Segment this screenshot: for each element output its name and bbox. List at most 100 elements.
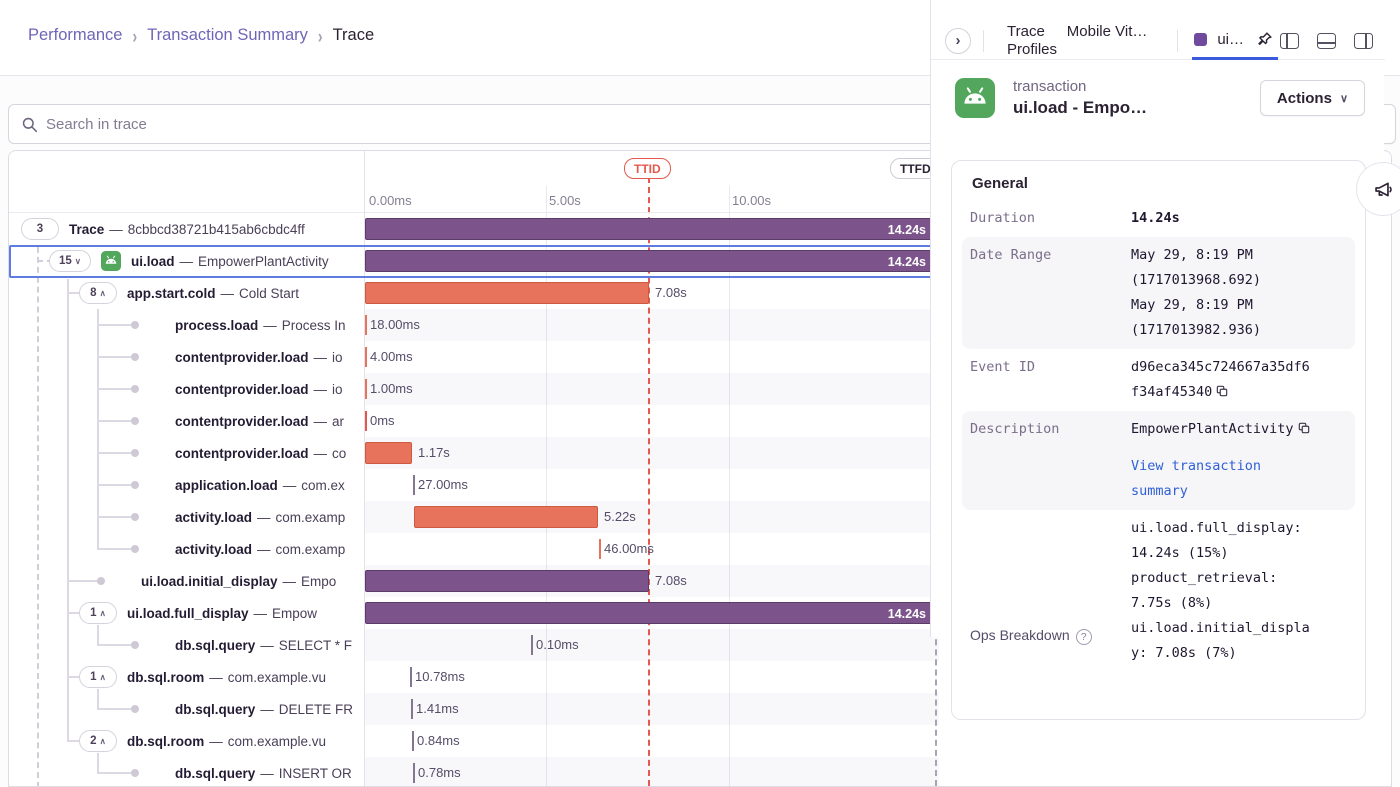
axis-tick-label: 10.00s xyxy=(732,193,771,208)
span-label: contentprovider.load—io xyxy=(175,382,343,397)
layout-bottom-icon xyxy=(1317,33,1336,49)
span-tree-row[interactable]: contentprovider.load—ar xyxy=(9,405,365,437)
span-bar-row[interactable]: 18.00ms xyxy=(365,309,939,341)
duration-bar[interactable]: 14.24s xyxy=(365,602,934,624)
field-value: May 29, 8:19 PM(1717013968.692)May 29, 8… xyxy=(1131,243,1347,343)
span-bar-row[interactable]: 10.78ms xyxy=(365,661,939,693)
breadcrumb-item-performance[interactable]: Performance xyxy=(28,26,122,45)
span-bar-row[interactable]: 27.00ms xyxy=(365,469,939,501)
span-bar-row[interactable]: 5.22s xyxy=(365,501,939,533)
duration-tick xyxy=(365,411,367,431)
tree-connector xyxy=(67,580,99,582)
transaction-header: transaction ui.load - Empo… Actions ∨ xyxy=(955,78,1365,118)
span-bar-row[interactable]: 46.00ms xyxy=(365,533,939,565)
copy-icon[interactable] xyxy=(1215,384,1229,398)
span-description: Empow xyxy=(272,606,317,621)
span-tree-row[interactable]: ui.load.initial_display—Empo xyxy=(9,565,365,597)
span-op: application.load xyxy=(175,478,278,493)
general-row-description: DescriptionEmpowerPlantActivityView tran… xyxy=(962,411,1355,510)
span-tree-row[interactable]: 3Trace—8cbbcd38721b415ab6cbdc4ff xyxy=(9,213,365,245)
tab-mobilevit[interactable]: Mobile Vit… xyxy=(1067,23,1148,40)
span-tree-row[interactable]: 2∧ db.sql.room — com.example.vu xyxy=(9,725,365,757)
duration-bar[interactable] xyxy=(365,282,649,304)
span-tree-row[interactable]: db.sql.query—DELETE FR xyxy=(9,693,365,725)
breadcrumb-item-transaction-summary[interactable]: Transaction Summary xyxy=(147,26,308,45)
breadcrumb-item-trace[interactable]: Trace xyxy=(333,26,375,45)
trace-row: contentprovider.load—io 1.00ms xyxy=(9,373,939,405)
span-tree-row-selected[interactable]: 15∨ui.load—EmpowerPlantActivity xyxy=(9,245,365,277)
actions-button[interactable]: Actions ∨ xyxy=(1260,80,1365,116)
separator: — xyxy=(260,638,274,653)
expand-collapse-pill[interactable]: 8∧ xyxy=(79,282,117,304)
expand-panel-button[interactable]: › xyxy=(945,28,971,54)
span-bar-row[interactable]: 0.10ms xyxy=(365,629,939,661)
span-bar-row[interactable]: 0.84ms xyxy=(365,725,939,757)
expand-collapse-pill[interactable]: 15∨ xyxy=(49,250,91,272)
span-bar-row[interactable]: 0.78ms xyxy=(365,757,939,787)
span-bar-row[interactable]: 7.08s xyxy=(365,277,939,309)
span-bar-row[interactable]: 1.00ms xyxy=(365,373,939,405)
span-count: 2 xyxy=(90,735,96,747)
span-description: com.example.vu xyxy=(228,734,326,749)
help-icon[interactable]: ? xyxy=(1076,629,1092,645)
divider xyxy=(983,30,984,52)
layout-left-panel-button[interactable] xyxy=(1278,31,1301,51)
span-tree-row[interactable]: activity.load—com.examp xyxy=(9,533,365,565)
span-bar-row[interactable]: 4.00ms xyxy=(365,341,939,373)
span-tree-row[interactable]: db.sql.query—INSERT OR xyxy=(9,757,365,787)
span-leaf-dot xyxy=(131,321,139,329)
expand-collapse-pill[interactable]: 1∧ xyxy=(79,666,117,688)
span-bar-row[interactable]: 1.17s xyxy=(365,437,939,469)
span-tree-row[interactable]: contentprovider.load—io xyxy=(9,341,365,373)
span-bar-row[interactable]: 14.24s xyxy=(365,213,939,245)
general-row-duration: Duration14.24s xyxy=(962,200,1355,237)
span-bar-row[interactable]: 0ms xyxy=(365,405,939,437)
chevron-up-icon: ∧ xyxy=(100,608,106,619)
duration-bar[interactable]: 14.24s xyxy=(365,250,934,272)
layout-bottom-panel-button[interactable] xyxy=(1315,31,1338,51)
tab-profiles[interactable]: Profiles xyxy=(1007,41,1057,58)
tab-trace[interactable]: Trace xyxy=(1007,23,1045,40)
duration-bar[interactable]: 14.24s xyxy=(365,218,934,240)
span-tree-row[interactable]: contentprovider.load—io xyxy=(9,373,365,405)
tree-connector xyxy=(97,484,135,486)
span-bar-row[interactable]: 1.41ms xyxy=(365,693,939,725)
expand-collapse-pill[interactable]: 3 xyxy=(21,218,59,240)
view-transaction-summary-link[interactable]: summary xyxy=(1131,479,1347,504)
span-tree-row[interactable]: activity.load—com.examp xyxy=(9,501,365,533)
span-tree-row[interactable]: application.load—com.ex xyxy=(9,469,365,501)
field-value-line: product_retrieval: xyxy=(1131,566,1347,591)
span-description: INSERT OR xyxy=(279,766,352,781)
separator: — xyxy=(260,766,274,781)
duration-label: 10.78ms xyxy=(415,667,465,687)
span-tree-row[interactable]: 1∧ui.load.full_display—Empow xyxy=(9,597,365,629)
duration-bar[interactable] xyxy=(365,570,649,592)
span-tree-row[interactable]: 8∧app.start.cold—Cold Start xyxy=(9,277,365,309)
duration-label: 0ms xyxy=(370,411,395,431)
expand-collapse-pill[interactable]: 1∧ xyxy=(79,602,117,624)
span-bar-row[interactable]: 14.24s xyxy=(365,597,939,629)
duration-label: 0.84ms xyxy=(417,731,460,751)
separator: — xyxy=(209,734,223,749)
tab-active-span[interactable]: ui… xyxy=(1192,22,1278,60)
span-bar-row[interactable]: 7.08s xyxy=(365,565,939,597)
span-tree-row[interactable]: process.load—Process In xyxy=(9,309,365,341)
span-bar-row[interactable]: 14.24s xyxy=(365,245,939,277)
layout-right-panel-button[interactable] xyxy=(1352,31,1375,51)
expand-collapse-pill[interactable]: 2∧ xyxy=(79,730,117,752)
span-tree-row[interactable]: contentprovider.load—co xyxy=(9,437,365,469)
duration-tick xyxy=(531,635,533,655)
copy-icon[interactable] xyxy=(1297,421,1311,435)
view-transaction-summary-link[interactable]: View transaction xyxy=(1131,454,1347,479)
separator: — xyxy=(180,254,194,269)
duration-bar[interactable] xyxy=(365,442,412,464)
span-tree-row[interactable]: db.sql.query—SELECT * F xyxy=(9,629,365,661)
pin-tab-button[interactable] xyxy=(1254,28,1276,50)
field-value-line: (1717013982.936) xyxy=(1131,318,1347,343)
span-tree-row[interactable]: 1∧db.sql.room—com.example.vu xyxy=(9,661,365,693)
duration-bar[interactable] xyxy=(414,506,598,528)
span-label: ui.load.initial_display—Empo xyxy=(141,574,336,589)
span-op: db.sql.room xyxy=(127,734,204,749)
span-op: contentprovider.load xyxy=(175,414,309,429)
duration-label: 7.08s xyxy=(655,283,687,303)
